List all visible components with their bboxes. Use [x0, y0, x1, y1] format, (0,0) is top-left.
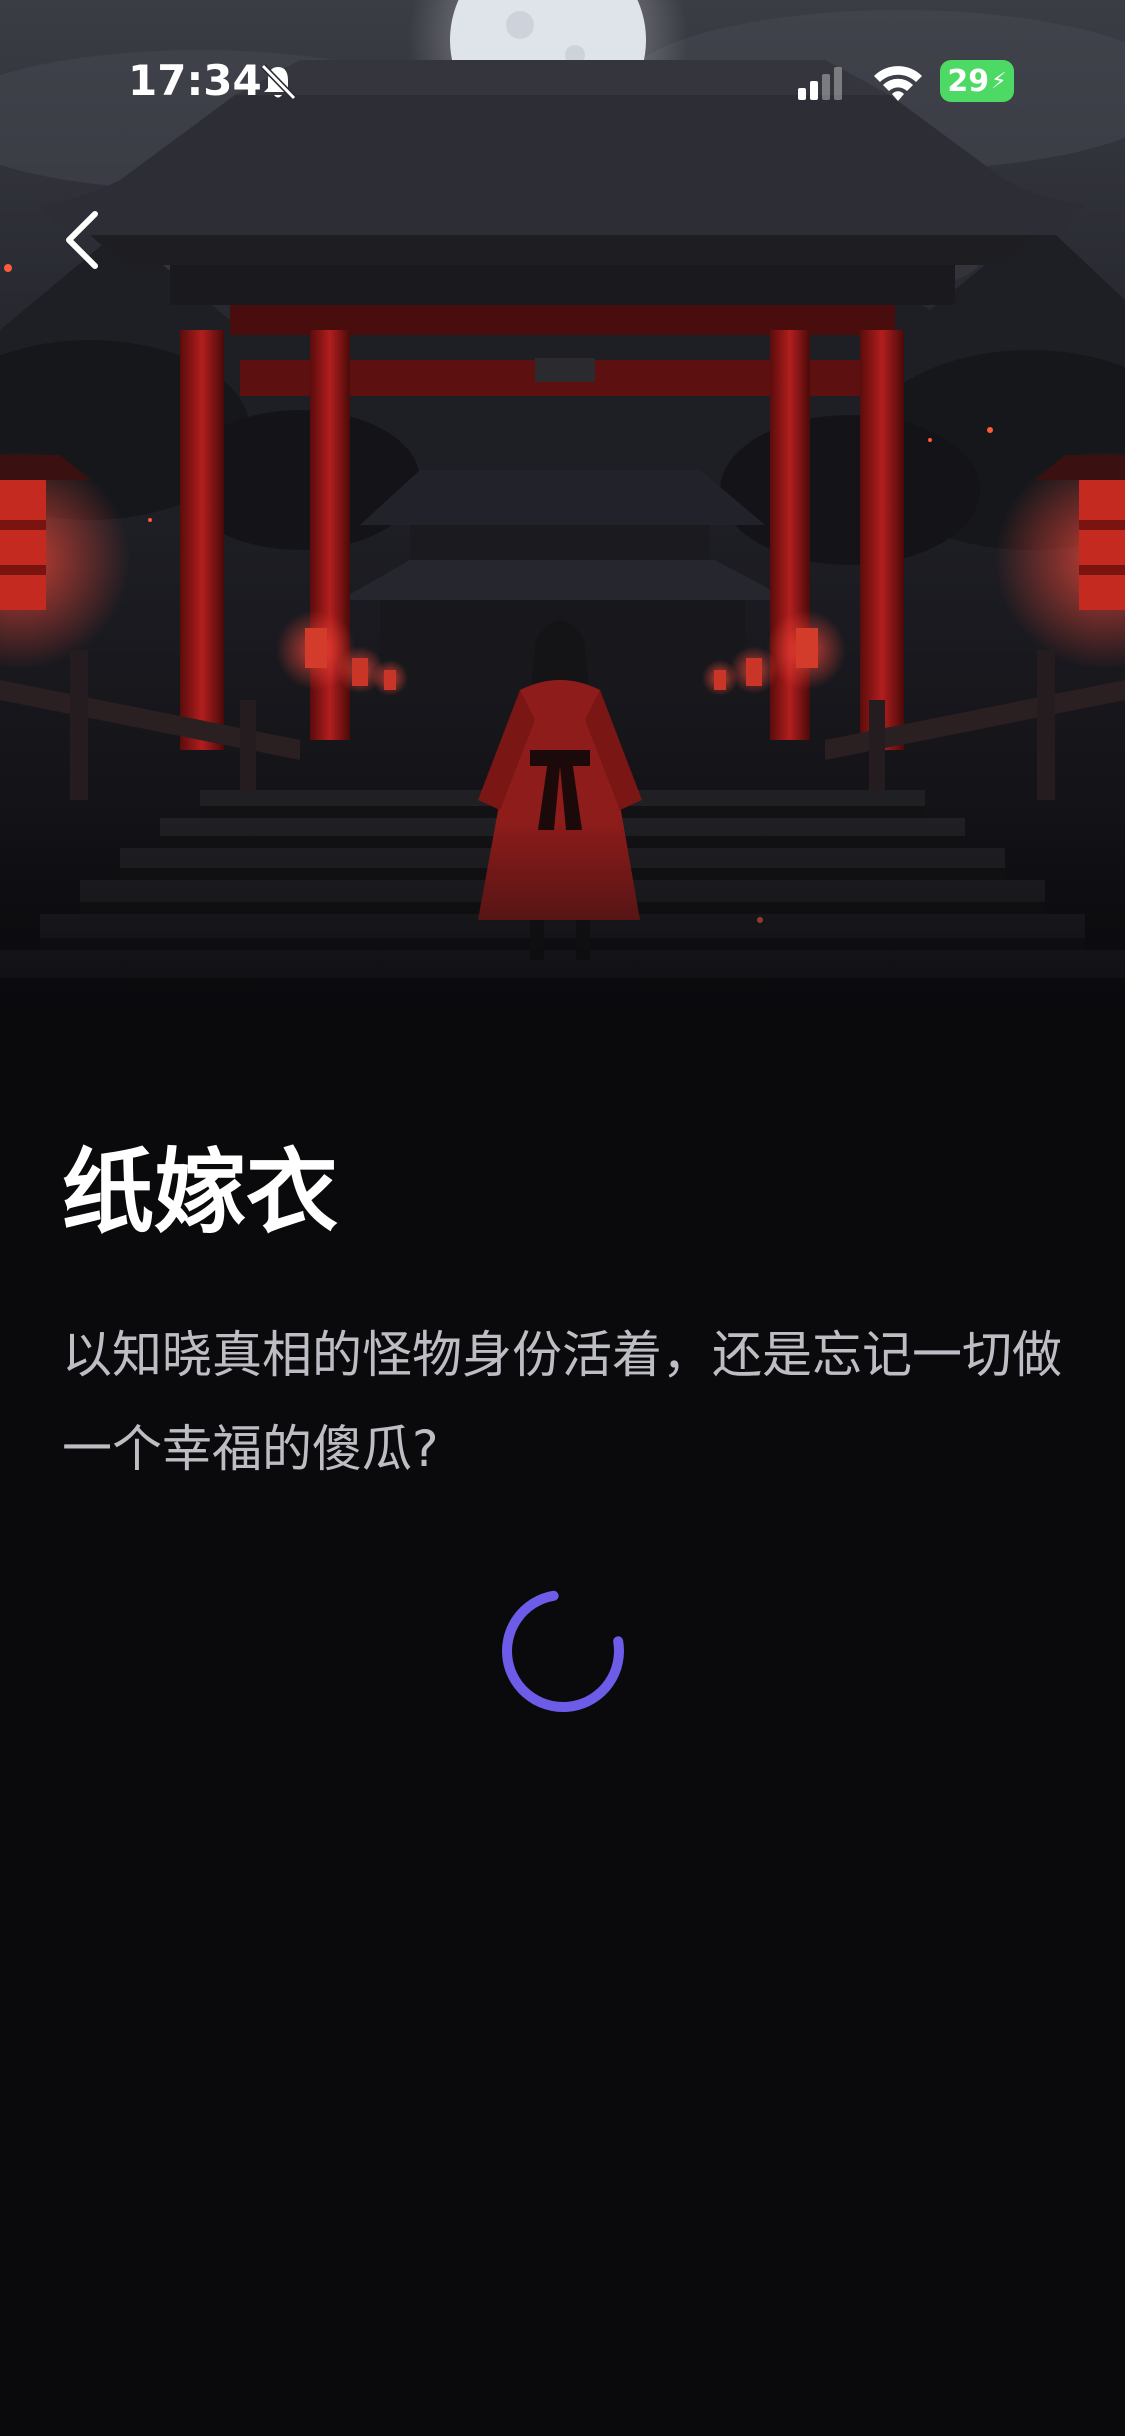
battery-charging-icon: 29 ⚡ — [940, 60, 1014, 102]
chevron-left-icon — [66, 211, 98, 269]
back-button[interactable] — [48, 200, 118, 280]
loading-spinner-icon — [500, 1588, 626, 1714]
charging-bolt-icon: ⚡ — [991, 68, 1007, 94]
cover-image — [0, 0, 1125, 1060]
cellular-signal-icon — [796, 66, 846, 102]
bell-slash-icon — [258, 62, 298, 102]
status-bar: 17:34 29 ⚡ — [0, 0, 1125, 150]
story-title: 纸嫁衣 — [62, 1139, 339, 1246]
battery-level: 29 — [947, 63, 990, 99]
story-description: 以知晓真相的怪物身份活着，还是忘记一切做一个幸福的傻瓜? — [62, 1326, 1062, 1478]
temple-illustration — [0, 0, 1125, 1060]
wifi-icon — [870, 62, 926, 104]
status-time: 17:34 — [128, 56, 262, 105]
